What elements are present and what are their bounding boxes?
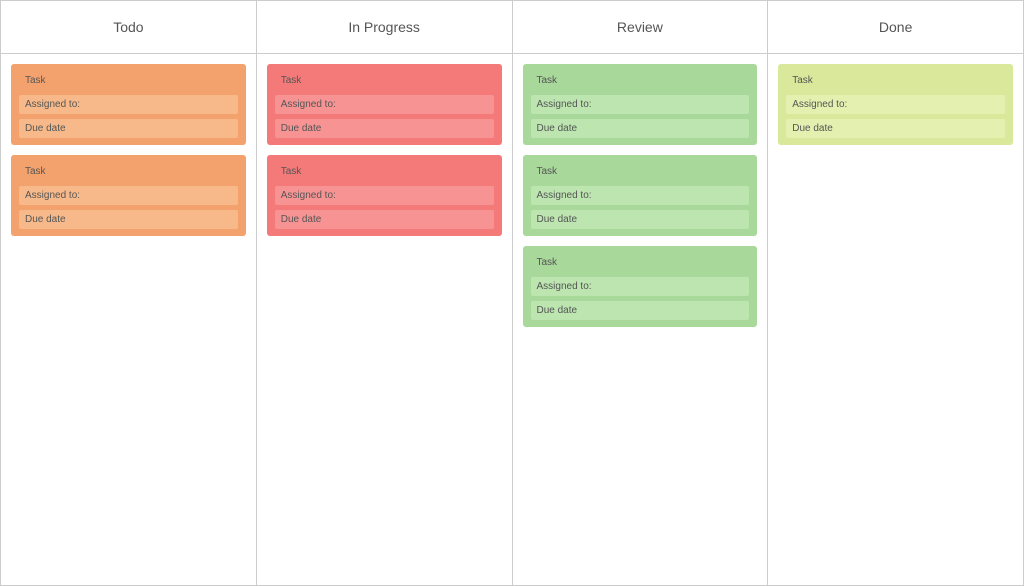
column-header-todo: Todo bbox=[1, 1, 256, 54]
card-task-label: Task bbox=[531, 162, 750, 181]
column-body-review: Task Assigned to: Due date Task Assigned to:… bbox=[513, 54, 768, 585]
column-header-review: Review bbox=[513, 1, 768, 54]
card-due-label: Due date bbox=[19, 210, 238, 229]
card-inprogress-1[interactable]: Task Assigned to: Due date bbox=[267, 155, 502, 236]
card-inprogress-0[interactable]: Task Assigned to: Due date bbox=[267, 64, 502, 145]
card-due-label: Due date bbox=[275, 210, 494, 229]
card-task-label: Task bbox=[19, 162, 238, 181]
column-body-inprogress: Task Assigned to: Due date Task Assigned to:… bbox=[257, 54, 512, 585]
card-review-2[interactable]: Task Assigned to: Due date bbox=[523, 246, 758, 327]
card-task-label: Task bbox=[531, 253, 750, 272]
kanban-board: Todo Task Assigned to: Due date Task Assigned… bbox=[0, 0, 1024, 586]
card-assigned-label: Assigned to: bbox=[531, 186, 750, 205]
column-body-done: Task Assigned to: Due date bbox=[768, 54, 1023, 585]
card-review-1[interactable]: Task Assigned to: Due date bbox=[523, 155, 758, 236]
card-due-label: Due date bbox=[275, 119, 494, 138]
column-inprogress: In Progress Task Assigned to: Due date Task A… bbox=[257, 1, 513, 585]
column-todo: Todo Task Assigned to: Due date Task Assigned… bbox=[1, 1, 257, 585]
card-todo-1[interactable]: Task Assigned to: Due date bbox=[11, 155, 246, 236]
card-assigned-label: Assigned to: bbox=[19, 95, 238, 114]
card-task-label: Task bbox=[275, 71, 494, 90]
card-done-0[interactable]: Task Assigned to: Due date bbox=[778, 64, 1013, 145]
card-assigned-label: Assigned to: bbox=[786, 95, 1005, 114]
card-task-label: Task bbox=[531, 71, 750, 90]
card-assigned-label: Assigned to: bbox=[275, 95, 494, 114]
card-due-label: Due date bbox=[786, 119, 1005, 138]
column-header-done: Done bbox=[768, 1, 1023, 54]
card-due-label: Due date bbox=[531, 119, 750, 138]
column-done: Done Task Assigned to: Due date bbox=[768, 1, 1023, 585]
card-review-0[interactable]: Task Assigned to: Due date bbox=[523, 64, 758, 145]
card-due-label: Due date bbox=[19, 119, 238, 138]
card-task-label: Task bbox=[19, 71, 238, 90]
column-review: Review Task Assigned to: Due date Task Assign… bbox=[513, 1, 769, 585]
card-assigned-label: Assigned to: bbox=[275, 186, 494, 205]
card-due-label: Due date bbox=[531, 301, 750, 320]
card-assigned-label: Assigned to: bbox=[531, 95, 750, 114]
card-task-label: Task bbox=[786, 71, 1005, 90]
card-task-label: Task bbox=[275, 162, 494, 181]
card-assigned-label: Assigned to: bbox=[531, 277, 750, 296]
card-todo-0[interactable]: Task Assigned to: Due date bbox=[11, 64, 246, 145]
column-body-todo: Task Assigned to: Due date Task Assigned to:… bbox=[1, 54, 256, 585]
column-header-inprogress: In Progress bbox=[257, 1, 512, 54]
card-due-label: Due date bbox=[531, 210, 750, 229]
card-assigned-label: Assigned to: bbox=[19, 186, 238, 205]
